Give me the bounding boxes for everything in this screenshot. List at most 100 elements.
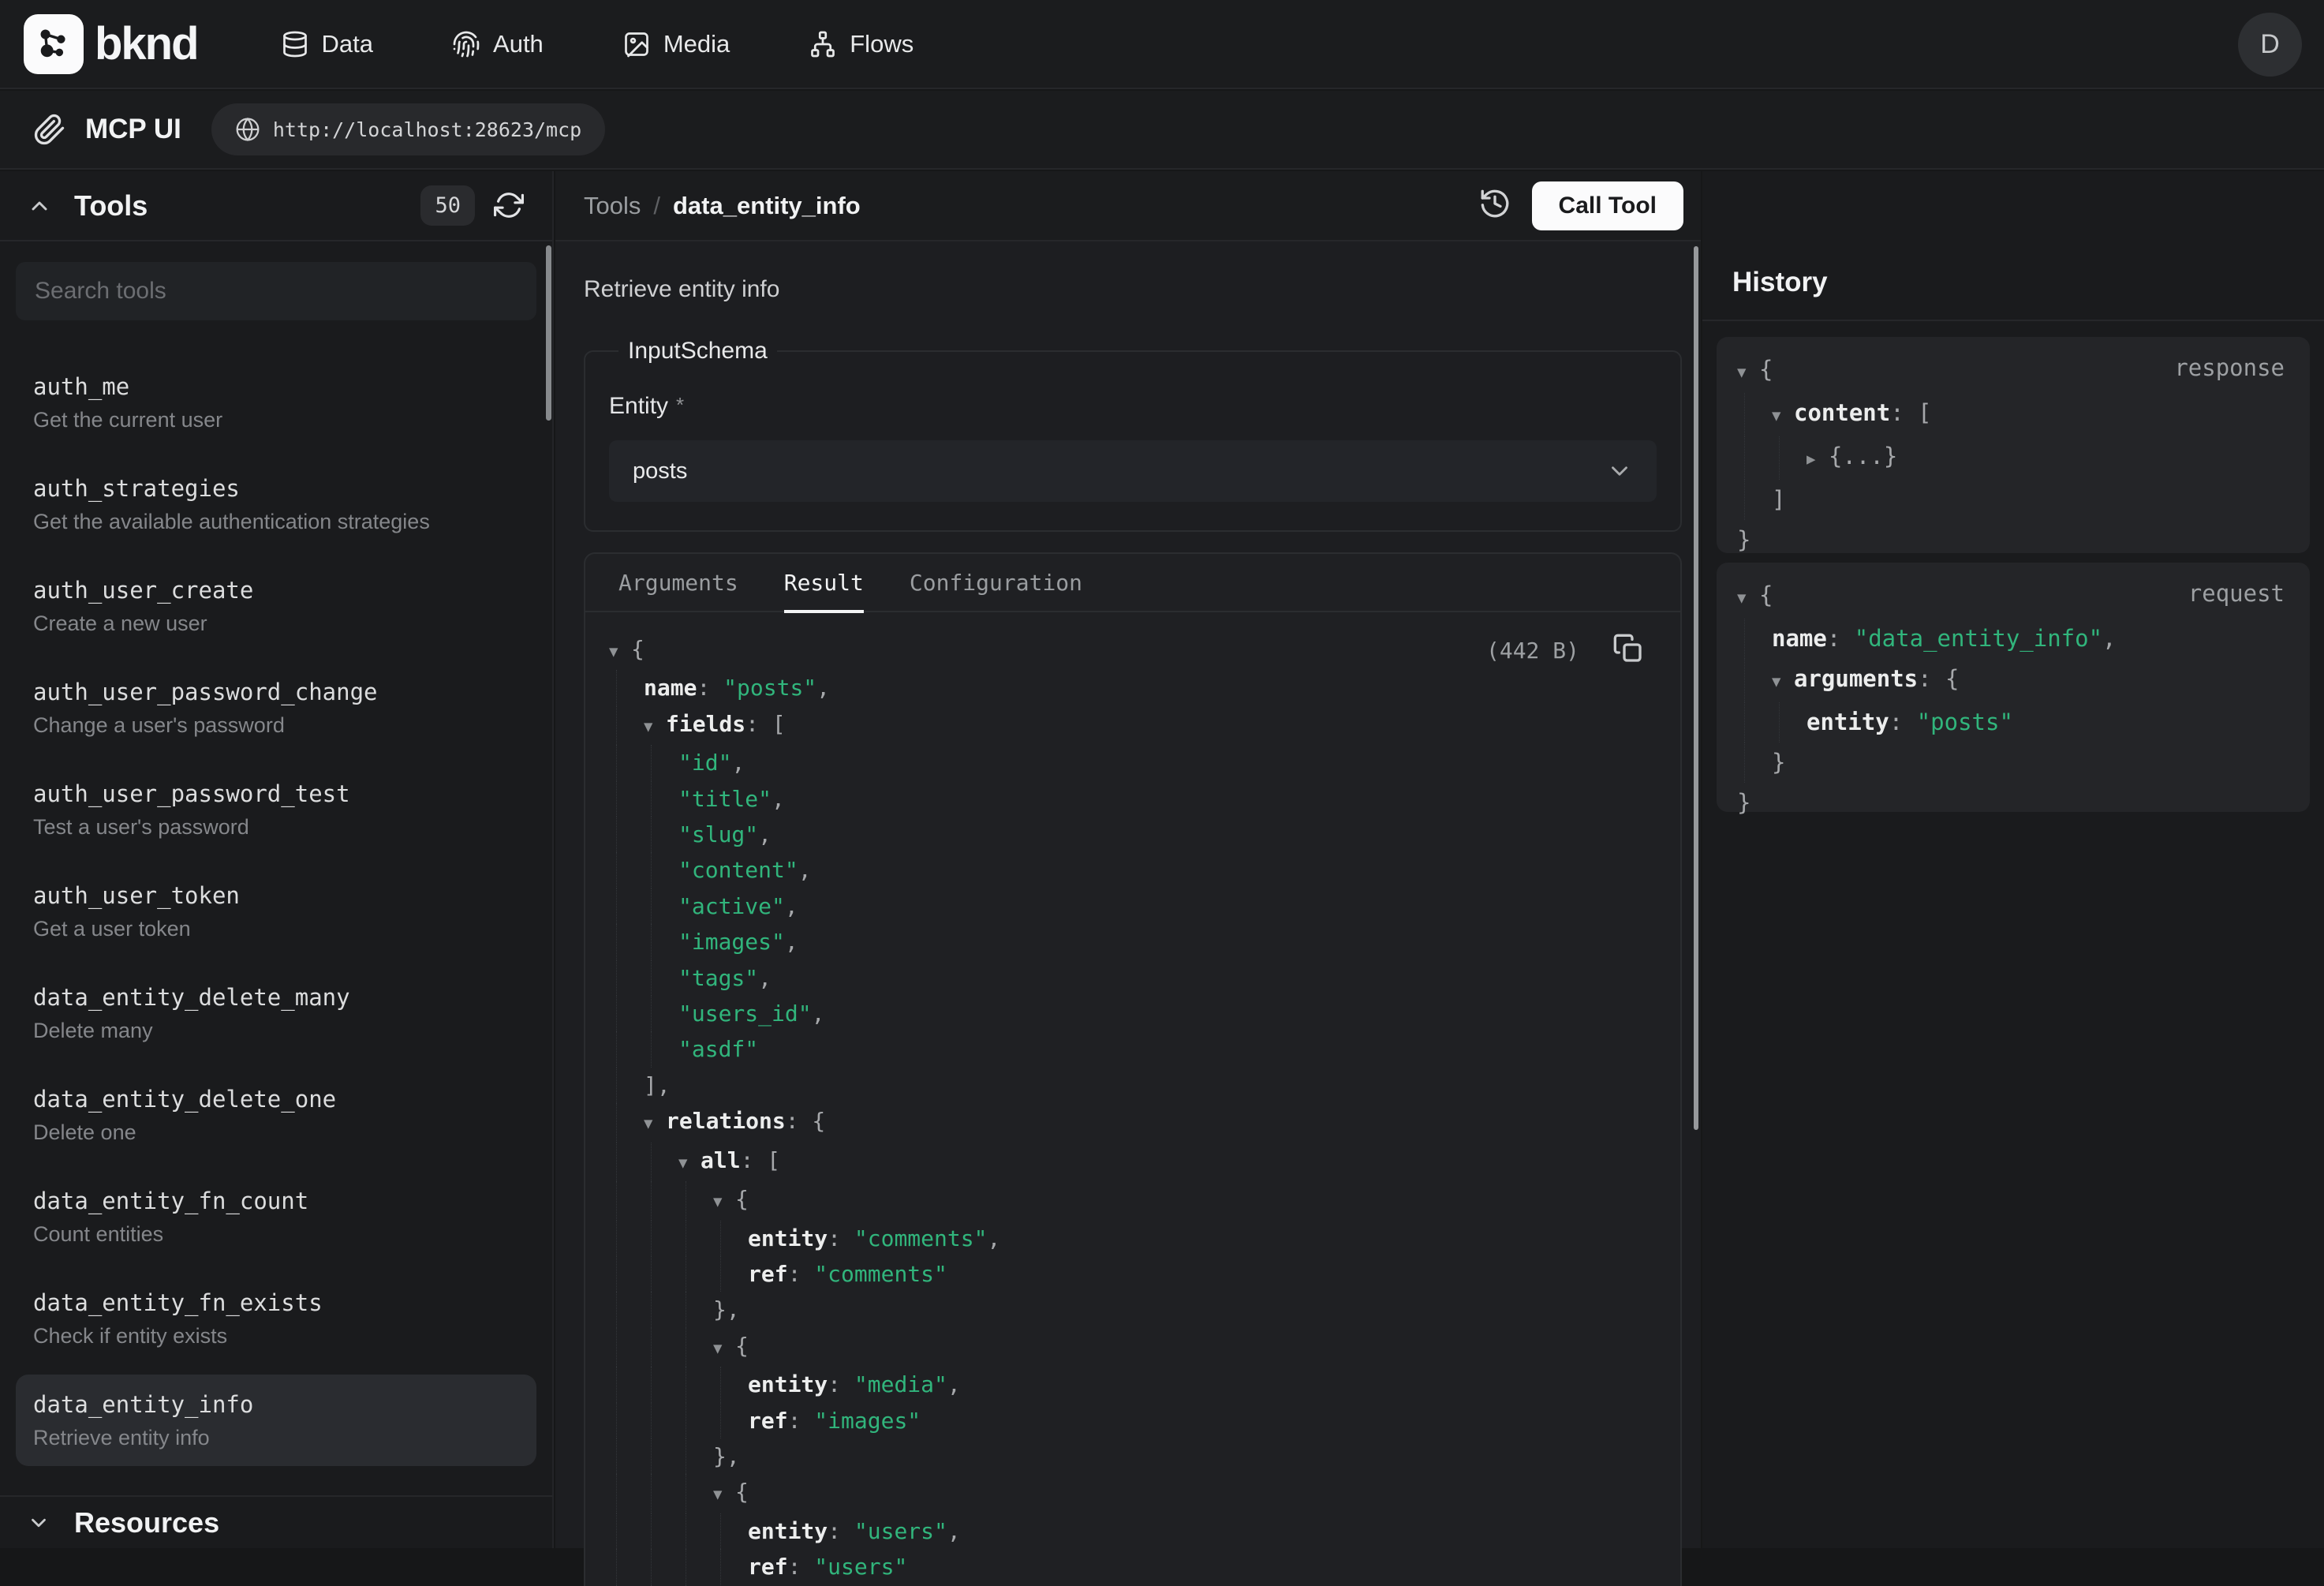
collapse-arrow-icon[interactable]: ▼ (1772, 396, 1794, 436)
tab-result[interactable]: Result (784, 553, 864, 612)
sidebar-tool-item[interactable]: auth_meGet the current user (16, 357, 536, 448)
json-punct: ] (1772, 480, 1785, 520)
json-line[interactable]: ▼{ (609, 1474, 1646, 1513)
collapse-arrow-icon[interactable]: ▼ (1737, 578, 1759, 619)
sidebar-tool-item[interactable]: data_entity_delete_oneDelete one (16, 1069, 536, 1161)
history-request-card[interactable]: request ▼{name: "data_entity_info",▼argu… (1717, 563, 2310, 812)
json-line[interactable]: ▶{...} (1737, 436, 2288, 480)
json-line[interactable]: ▼{ (609, 1328, 1646, 1367)
collapse-arrow-icon[interactable]: ▼ (713, 1331, 735, 1367)
json-line: ref: "comments" (609, 1256, 1646, 1292)
json-line: entity: "comments", (609, 1221, 1646, 1256)
indent-guide (1737, 743, 1772, 783)
tool-description: Count entities (33, 1221, 519, 1247)
tools-section-header[interactable]: Tools 50 (0, 171, 552, 241)
sidebar-tool-item[interactable]: data_entity_infoRetrieve entity info (16, 1375, 536, 1466)
indent-guide (609, 924, 644, 959)
indent-guide (1737, 436, 1772, 480)
json-string: "users" (814, 1549, 907, 1584)
collapse-arrow-icon[interactable]: ▼ (678, 1146, 701, 1181)
sidebar-tool-item[interactable]: auth_user_createCreate a new user (16, 560, 536, 652)
history-divider (1702, 320, 2324, 321)
nav-item-flows[interactable]: Flows (809, 30, 914, 58)
refresh-icon (494, 190, 524, 220)
refresh-tools-button[interactable] (494, 190, 525, 222)
collapse-arrow-icon[interactable]: ▼ (644, 1106, 666, 1142)
indent-guide (1737, 702, 1772, 743)
json-string: "images" (814, 1403, 921, 1438)
json-line: name: "data_entity_info", (1737, 619, 2288, 659)
json-line: ] (1737, 480, 2288, 520)
sidebar-tool-item[interactable]: auth_strategiesGet the available authent… (16, 458, 536, 550)
copy-icon (1612, 633, 1644, 664)
main-scrollbar[interactable] (1694, 246, 1698, 1130)
indent-guide (644, 1367, 678, 1402)
tool-name: auth_strategies (33, 473, 519, 503)
collapse-arrow-icon[interactable]: ▼ (609, 634, 631, 670)
search-input[interactable] (16, 278, 536, 305)
json-line[interactable]: ▼all: [ (609, 1143, 1646, 1181)
sidebar-tool-item[interactable]: auth_user_password_changeChange a user's… (16, 662, 536, 754)
json-line[interactable]: ▼{ (609, 1181, 1646, 1220)
json-string: "users" (854, 1513, 947, 1549)
nav-item-media[interactable]: Media (622, 30, 730, 58)
json-punct: ], (644, 1068, 671, 1103)
json-line[interactable]: ▼relations: { (609, 1103, 1646, 1142)
collapse-arrow-icon[interactable]: ▼ (1737, 353, 1759, 393)
collapse-arrow-icon[interactable]: ▼ (1772, 662, 1794, 702)
history-response-card[interactable]: response ▼{▼content: [▶{...}]} (1717, 337, 2310, 553)
search-tools-box (16, 262, 536, 320)
indent-guide (609, 670, 644, 705)
indent-guide (644, 1513, 678, 1549)
entity-select[interactable]: posts (609, 440, 1657, 502)
mcp-url-pill[interactable]: http://localhost:28623/mcp (211, 103, 605, 155)
tab-arguments[interactable]: Arguments (618, 553, 738, 612)
indent-guide (678, 1367, 713, 1402)
tool-name: auth_user_token (33, 881, 519, 911)
collapse-arrow-icon[interactable]: ▼ (644, 709, 666, 745)
input-schema-fieldset: InputSchema Entity* posts (584, 338, 1682, 532)
indent-guide (713, 1549, 748, 1584)
json-line[interactable]: ▼fields: [ (609, 706, 1646, 745)
indent-guide (1772, 436, 1807, 480)
collapse-arrow-icon[interactable]: ▶ (1807, 440, 1829, 480)
indent-guide (644, 1256, 678, 1292)
tool-description: Create a new user (33, 611, 519, 637)
indent-guide (1737, 619, 1772, 659)
sidebar-tool-item[interactable]: data_entity_fn_existsCheck if entity exi… (16, 1273, 536, 1364)
json-line: "content", (609, 852, 1646, 888)
indent-guide (609, 1181, 644, 1220)
json-punct: : { (786, 1103, 826, 1139)
sidebar-tool-item[interactable]: data_entity_fn_countCount entities (16, 1171, 536, 1262)
indent-guide (678, 1181, 713, 1220)
json-key: content (1794, 393, 1890, 433)
json-key: entity (748, 1513, 828, 1549)
nav-item-data[interactable]: Data (281, 30, 373, 58)
history-toggle-button[interactable] (1478, 187, 1511, 224)
collapse-arrow-icon[interactable]: ▼ (713, 1477, 735, 1513)
call-tool-button[interactable]: Call Tool (1532, 181, 1683, 230)
json-line[interactable]: ▼content: [ (1737, 393, 2288, 436)
json-string: "asdf" (678, 1031, 758, 1067)
sidebar-tool-item[interactable]: data_entity_delete_manyDelete many (16, 967, 536, 1059)
json-line: name: "posts", (609, 670, 1646, 705)
sidebar-tool-item[interactable]: auth_user_password_testTest a user's pas… (16, 764, 536, 855)
sidebar-scrollbar[interactable] (546, 245, 551, 421)
collapse-arrow-icon[interactable]: ▼ (713, 1184, 735, 1220)
json-line[interactable]: ▼arguments: { (1737, 659, 2288, 702)
resources-section-header[interactable]: Resources (0, 1495, 552, 1548)
indent-guide (644, 1031, 678, 1067)
copy-button[interactable] (1612, 633, 1644, 668)
breadcrumb-section[interactable]: Tools (584, 192, 641, 220)
json-punct: : [ (745, 706, 786, 742)
sidebar-tool-item[interactable]: auth_user_tokenGet a user token (16, 866, 536, 957)
brand-logo[interactable]: bknd (24, 14, 198, 74)
indent-guide (609, 960, 644, 996)
tab-configuration[interactable]: Configuration (910, 553, 1082, 612)
nav-item-auth[interactable]: Auth (452, 30, 544, 58)
json-punct: , (947, 1513, 961, 1549)
user-avatar[interactable]: D (2238, 13, 2302, 77)
json-punct: , (947, 1367, 961, 1402)
json-string: "id" (678, 745, 731, 780)
tools-count-badge: 50 (420, 185, 475, 226)
